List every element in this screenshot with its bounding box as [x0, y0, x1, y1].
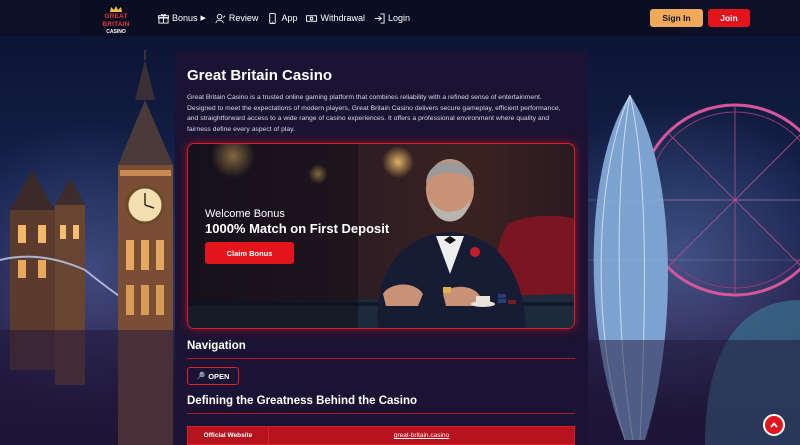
- open-label: OPEN: [208, 371, 230, 381]
- page-title: Great Britain Casino: [187, 67, 333, 84]
- info-table-row: Official Website great-britain.casino: [187, 426, 575, 445]
- casino-dealer-illustration: [188, 144, 574, 328]
- gherkin-illustration: [585, 94, 800, 445]
- table-cell-key: Official Website: [188, 427, 269, 444]
- big-ben-illustration: [0, 50, 180, 445]
- main-nav: Bonus ▶ Review App Withdrawal Login: [158, 0, 419, 36]
- money-icon: [306, 14, 318, 22]
- main-content: Great Britain Casino Great Britain Casin…: [175, 51, 588, 445]
- phone-icon: [269, 12, 277, 24]
- nav-item-review[interactable]: Review: [215, 13, 259, 24]
- bonus-headline: 1000% Match on First Deposit: [205, 221, 390, 236]
- nav-item-app[interactable]: App: [267, 12, 298, 24]
- nav-item-bonus[interactable]: Bonus ▶: [158, 13, 206, 24]
- nav-item-login[interactable]: Login: [374, 12, 410, 24]
- nav-label-bonus: Bonus: [172, 13, 198, 23]
- header: GREAT BRITAIN CASINO Bonus ▶ Review App …: [80, 0, 750, 36]
- navigation-heading: Navigation: [187, 340, 246, 352]
- gift-icon: [158, 13, 169, 24]
- bonus-subtitle: Welcome Bonus: [205, 208, 285, 220]
- nav-label-login: Login: [387, 13, 410, 23]
- nav-label-app: App: [281, 13, 298, 23]
- section-divider: [187, 413, 575, 414]
- nav-label-review: Review: [228, 13, 259, 23]
- navigation-divider: [187, 358, 575, 359]
- logo-text-line2: CASINO: [106, 29, 126, 35]
- claim-bonus-button[interactable]: Claim Bonus: [205, 242, 294, 264]
- scroll-to-top-button[interactable]: [763, 414, 785, 436]
- user-review-icon: [215, 13, 226, 23]
- chevron-up-icon: [770, 422, 778, 428]
- section-heading: Defining the Greatness Behind the Casino: [187, 395, 418, 407]
- magnifier-icon: 🔎: [196, 373, 206, 380]
- nav-label-withdrawal: Withdrawal: [320, 13, 365, 23]
- caret-right-icon: ▶: [200, 15, 206, 22]
- login-icon: [374, 12, 385, 24]
- open-navigation-button[interactable]: 🔎 OPEN: [187, 367, 239, 385]
- join-button[interactable]: Join: [708, 9, 750, 27]
- logo-text-line1: GREAT BRITAIN: [102, 13, 130, 28]
- welcome-bonus-banner: Welcome Bonus 1000% Match on First Depos…: [187, 143, 575, 329]
- crown-icon: [110, 6, 122, 12]
- logo[interactable]: GREAT BRITAIN CASINO: [90, 5, 142, 35]
- sign-in-button[interactable]: Sign In: [650, 9, 703, 27]
- intro-paragraph: Great Britain Casino is a trusted online…: [187, 94, 561, 133]
- official-website-link[interactable]: great-britain.casino: [269, 427, 574, 444]
- nav-item-withdrawal[interactable]: Withdrawal: [306, 13, 365, 24]
